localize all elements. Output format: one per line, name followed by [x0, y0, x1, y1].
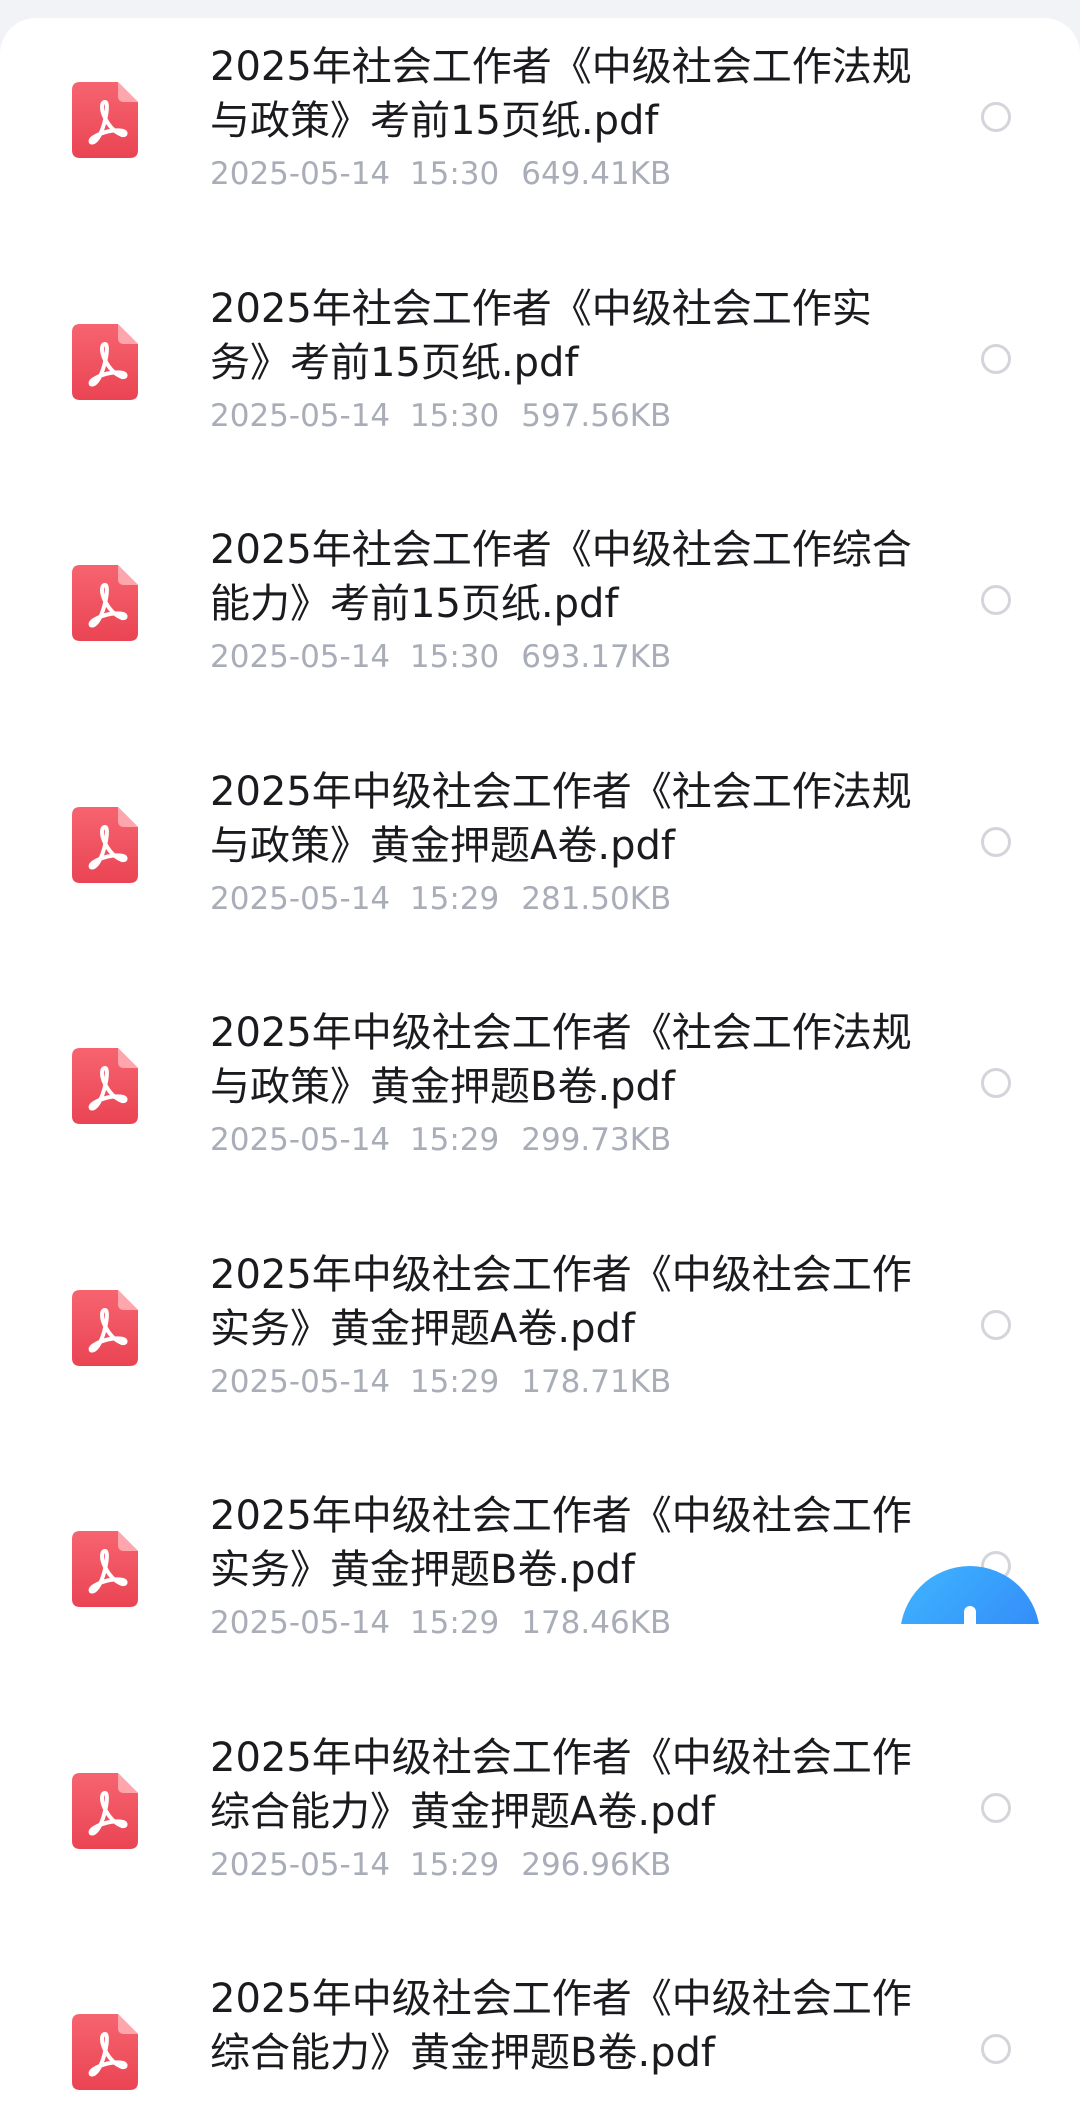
- file-name: 2025年中级社会工作者《中级社会工作综合能力》黄金押题A卷.pdf: [210, 1734, 912, 1835]
- select-radio[interactable]: [981, 585, 1011, 615]
- file-size: 597.56KB: [521, 397, 672, 434]
- file-meta: 2025-05-14 15:29 299.73KB: [210, 1120, 671, 1160]
- file-row[interactable]: 2025年社会工作者《中级社会工作实务》考前15页纸.pdf 2025-05-1…: [0, 260, 1080, 502]
- select-radio[interactable]: [981, 1792, 1011, 1823]
- pdf-icon: [72, 2014, 138, 2090]
- file-date: 2025-05-14: [210, 156, 391, 192]
- file-date: 2025-05-14: [210, 1605, 391, 1641]
- file-time: 15:29: [409, 1363, 500, 1400]
- select-radio[interactable]: [981, 343, 1011, 374]
- select-radio[interactable]: [981, 826, 1011, 857]
- file-meta: 2025-05-14 15:30 649.41KB: [210, 154, 671, 194]
- file-date: 2025-05-14: [210, 1846, 391, 1883]
- file-name: 2025年中级社会工作者《中级社会工作实务》黄金押题A卷.pdf: [210, 1251, 912, 1352]
- file-meta: 2025-05-14 15:30 597.56KB: [210, 396, 671, 436]
- file-time: 15:30: [409, 156, 500, 192]
- select-radio[interactable]: [981, 1068, 1011, 1098]
- file-name: 2025年社会工作者《中级社会工作实务》考前15页纸.pdf: [210, 285, 872, 386]
- pdf-icon: [72, 323, 138, 400]
- file-date: 2025-05-14: [210, 397, 391, 434]
- file-time: 15:29: [409, 1846, 500, 1883]
- file-size: 693.17KB: [521, 639, 672, 675]
- file-row[interactable]: 2025年中级社会工作者《社会工作法规与政策》黄金押题A卷.pdf 2025-0…: [0, 743, 1080, 985]
- file-size: 299.73KB: [521, 1122, 672, 1158]
- file-time: 15:30: [409, 639, 500, 675]
- file-time: 15:29: [409, 1605, 500, 1641]
- pdf-icon: [72, 1048, 138, 1124]
- file-name: 2025年中级社会工作者《社会工作法规与政策》黄金押题A卷.pdf: [210, 768, 912, 869]
- file-meta: 2025-05-14 15:29 296.96KB: [210, 1845, 671, 1885]
- file-list-card: 2025年社会工作者《中级社会工作法规与政策》考前15页纸.pdf 2025-0…: [0, 18, 1080, 2102]
- select-radio[interactable]: [981, 1309, 1011, 1340]
- file-name: 2025年中级社会工作者《社会工作法规与政策》黄金押题B卷.pdf: [210, 1010, 912, 1110]
- file-row[interactable]: 2025年中级社会工作者《社会工作法规与政策》黄金押题B卷.pdf 2025-0…: [0, 984, 1080, 1226]
- file-name: 2025年中级社会工作者《中级社会工作综合能力》黄金押题B卷.pdf: [210, 1976, 912, 2076]
- file-time: 15:29: [409, 880, 500, 917]
- file-row[interactable]: 2025年社会工作者《中级社会工作法规与政策》考前15页纸.pdf 2025-0…: [0, 18, 1080, 260]
- file-row[interactable]: 2025年社会工作者《中级社会工作综合能力》考前15页纸.pdf 2025-05…: [0, 501, 1080, 743]
- file-size: 178.46KB: [521, 1605, 672, 1641]
- file-size: 178.71KB: [521, 1363, 672, 1400]
- file-size: 281.50KB: [521, 880, 672, 917]
- file-name: 2025年中级社会工作者《中级社会工作实务》黄金押题B卷.pdf: [210, 1493, 912, 1593]
- file-date: 2025-05-14: [210, 639, 391, 675]
- file-date: 2025-05-14: [210, 1363, 391, 1400]
- file-row[interactable]: 2025年中级社会工作者《中级社会工作综合能力》黄金押题B卷.pdf: [0, 1950, 1080, 2102]
- fab-overlap-mask: [880, 1624, 1080, 1724]
- file-row[interactable]: 2025年中级社会工作者《中级社会工作综合能力》黄金押题A卷.pdf 2025-…: [0, 1709, 1080, 1951]
- file-time: 15:29: [409, 1122, 500, 1158]
- select-radio[interactable]: [981, 102, 1011, 132]
- pdf-icon: [72, 1289, 138, 1366]
- file-row[interactable]: 2025年中级社会工作者《中级社会工作实务》黄金押题A卷.pdf 2025-05…: [0, 1226, 1080, 1468]
- file-size: 296.96KB: [521, 1846, 672, 1883]
- file-date: 2025-05-14: [210, 880, 391, 917]
- pdf-icon: [72, 806, 138, 883]
- pdf-icon: [72, 565, 138, 641]
- pdf-icon: [72, 82, 138, 158]
- pdf-icon: [72, 1531, 138, 1607]
- file-name: 2025年社会工作者《中级社会工作法规与政策》考前15页纸.pdf: [210, 44, 912, 144]
- file-meta: [210, 2086, 252, 2102]
- file-meta: 2025-05-14 15:29 178.71KB: [210, 1362, 671, 1402]
- pdf-icon: [72, 1772, 138, 1849]
- file-name: 2025年社会工作者《中级社会工作综合能力》考前15页纸.pdf: [210, 527, 912, 627]
- file-time: 15:30: [409, 397, 500, 434]
- select-radio[interactable]: [981, 2034, 1011, 2064]
- file-date: 2025-05-14: [210, 1122, 391, 1158]
- file-list-screen: 2025年社会工作者《中级社会工作法规与政策》考前15页纸.pdf 2025-0…: [0, 0, 1080, 2102]
- file-meta: 2025-05-14 15:30 693.17KB: [210, 637, 671, 677]
- file-meta: 2025-05-14 15:29 178.46KB: [210, 1603, 671, 1643]
- file-meta: 2025-05-14 15:29 281.50KB: [210, 879, 671, 919]
- file-size: 649.41KB: [521, 156, 672, 192]
